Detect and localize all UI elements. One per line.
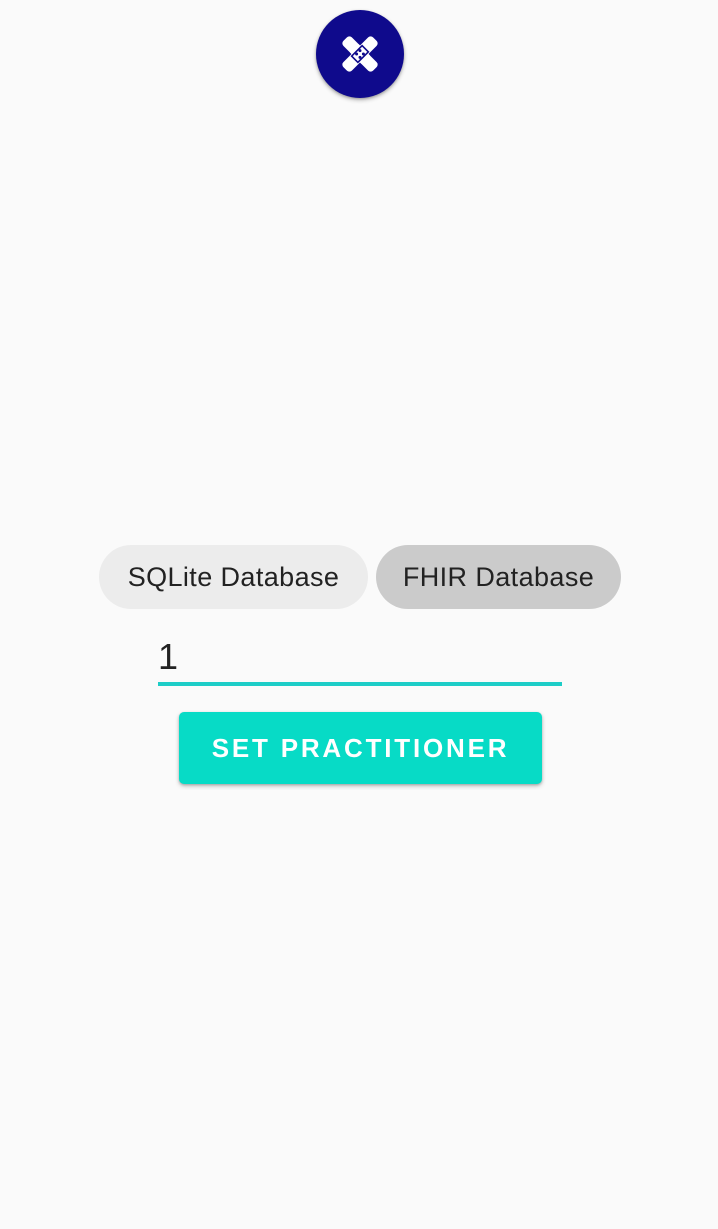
chip-fhir-database[interactable]: FHIR Database: [376, 545, 621, 609]
bandage-icon: [337, 31, 383, 77]
practitioner-id-input[interactable]: [158, 630, 562, 683]
chip-fhir-database-label: FHIR Database: [402, 561, 595, 592]
chip-sqlite-database[interactable]: SQLite Database: [99, 545, 368, 609]
practitioner-id-field-container: [158, 630, 562, 687]
set-practitioner-button[interactable]: SET PRACTITIONER: [179, 712, 542, 784]
input-underline: [158, 682, 562, 686]
bandage-fab-button[interactable]: [316, 10, 404, 98]
chip-sqlite-database-label: SQLite Database: [127, 561, 340, 592]
